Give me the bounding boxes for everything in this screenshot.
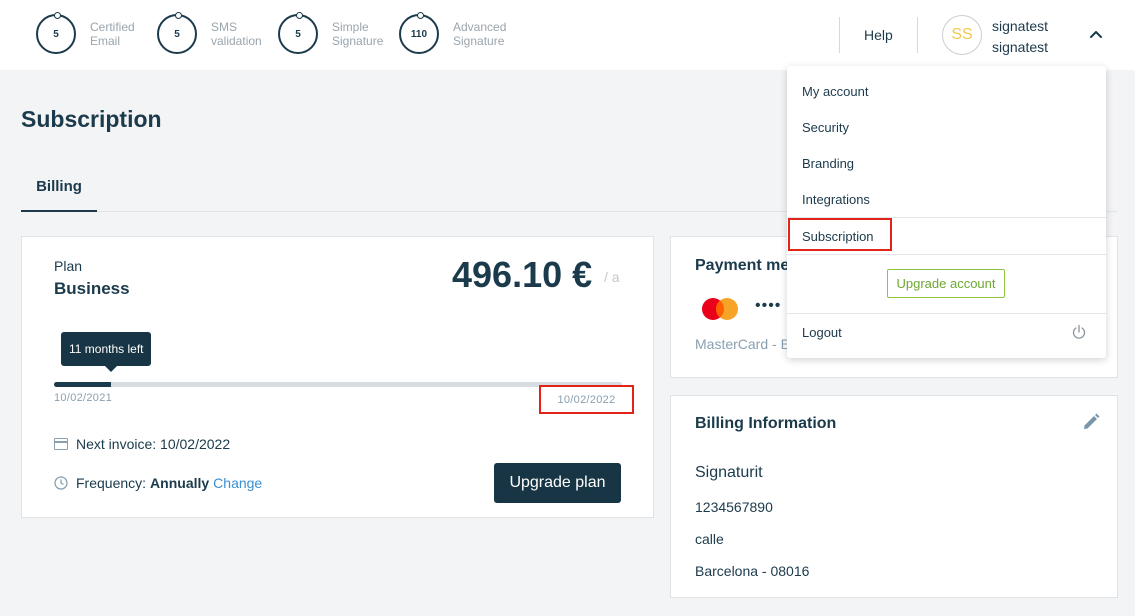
counter-label: Advanced Signature xyxy=(453,20,523,48)
counter-ring: 5 xyxy=(278,12,318,54)
plan-label: Plan xyxy=(54,258,83,274)
counter-certified-email[interactable]: 5 Certified Email xyxy=(36,12,160,54)
menu-item-branding[interactable]: Branding xyxy=(802,156,854,171)
change-frequency-link[interactable]: Change xyxy=(213,475,262,491)
plan-price: 496.10 € xyxy=(452,254,593,295)
user-name-line2: signatest xyxy=(992,39,1049,55)
billing-tax-id: 1234567890 xyxy=(695,499,773,515)
credit-card-icon xyxy=(54,438,68,450)
avatar[interactable]: SS xyxy=(942,15,982,55)
billing-company: Signaturit xyxy=(695,464,763,481)
chevron-up-icon[interactable] xyxy=(1088,27,1104,43)
upgrade-account-button[interactable]: Upgrade account xyxy=(887,269,1005,298)
frequency-label: Frequency: xyxy=(76,475,147,491)
end-date: 10/02/2022 xyxy=(539,385,634,414)
card-description: MasterCard - E xyxy=(695,336,790,352)
counter-label-line2: validation xyxy=(211,34,262,48)
plan-name: Business xyxy=(54,279,130,298)
menu-item-integrations[interactable]: Integrations xyxy=(802,192,870,207)
page-title: Subscription xyxy=(21,106,162,132)
menu-item-logout[interactable]: Logout xyxy=(802,325,842,340)
counter-ring: 5 xyxy=(36,12,76,54)
counter-label-line1: Advanced xyxy=(453,20,507,34)
upgrade-plan-button[interactable]: Upgrade plan xyxy=(494,463,621,503)
user-name-line1: signatest xyxy=(992,18,1049,34)
subscription-progress-bar xyxy=(54,382,622,387)
price-unit: / a xyxy=(604,269,620,285)
counter-label-line2: Signature xyxy=(453,34,505,48)
months-left-tooltip: 11 months left xyxy=(61,332,152,372)
next-invoice-text: Next invoice: 10/02/2022 xyxy=(76,436,231,452)
start-date: 10/02/2021 xyxy=(54,392,113,404)
top-bar: 5 Certified Email 5 SMS validation 5 Sim… xyxy=(0,0,1135,70)
menu-item-my-account[interactable]: My account xyxy=(802,84,868,99)
counter-label-line1: SMS xyxy=(211,20,238,34)
menu-divider xyxy=(787,313,1106,314)
menu-divider xyxy=(787,254,1106,255)
counter-simple-signature[interactable]: 5 Simple Signature xyxy=(278,12,402,54)
billing-street: calle xyxy=(695,531,724,547)
pencil-icon[interactable] xyxy=(1082,413,1100,431)
counter-label-line1: Simple xyxy=(332,20,369,34)
counter-ring: 110 xyxy=(399,12,439,54)
counter-sms-validation[interactable]: 5 SMS validation xyxy=(157,12,281,54)
billing-city: Barcelona - 08016 xyxy=(695,563,810,579)
user-dropdown-menu: My account Security Branding Integration… xyxy=(787,66,1106,358)
counter-label-line1: Certified xyxy=(90,20,135,34)
counter-label-line2: Signature xyxy=(332,34,384,48)
subscription-highlight-box xyxy=(788,218,892,251)
counter-advanced-signature[interactable]: 110 Advanced Signature xyxy=(399,12,523,54)
counter-label-line2: Email xyxy=(90,34,121,48)
divider xyxy=(839,17,840,53)
counter-label: Simple Signature xyxy=(332,20,402,48)
masked-card-number: •••• xyxy=(755,297,782,314)
menu-item-security[interactable]: Security xyxy=(802,120,849,135)
user-name[interactable]: signatest signatest xyxy=(992,16,1048,58)
counter-ring: 5 xyxy=(157,12,197,54)
payment-method-title: Payment met xyxy=(695,257,795,274)
mastercard-icon xyxy=(702,298,738,320)
divider xyxy=(917,17,918,53)
help-link[interactable]: Help xyxy=(864,27,893,43)
billing-information-title: Billing Information xyxy=(695,415,837,432)
frequency-row: Frequency: Annually Change xyxy=(54,475,262,491)
counter-label: Certified Email xyxy=(90,20,160,48)
counter-label: SMS validation xyxy=(211,20,281,48)
tab-billing[interactable]: Billing xyxy=(21,168,97,212)
clock-icon xyxy=(54,476,68,490)
plan-card: Plan Business 496.10 € / a 11 months lef… xyxy=(21,236,654,518)
progress-fill xyxy=(54,382,111,387)
power-icon[interactable] xyxy=(1071,324,1087,340)
next-invoice-row: Next invoice: 10/02/2022 xyxy=(54,436,230,452)
billing-information-card: Billing Information Signaturit 123456789… xyxy=(670,395,1118,598)
frequency-value: Annually xyxy=(150,475,210,491)
